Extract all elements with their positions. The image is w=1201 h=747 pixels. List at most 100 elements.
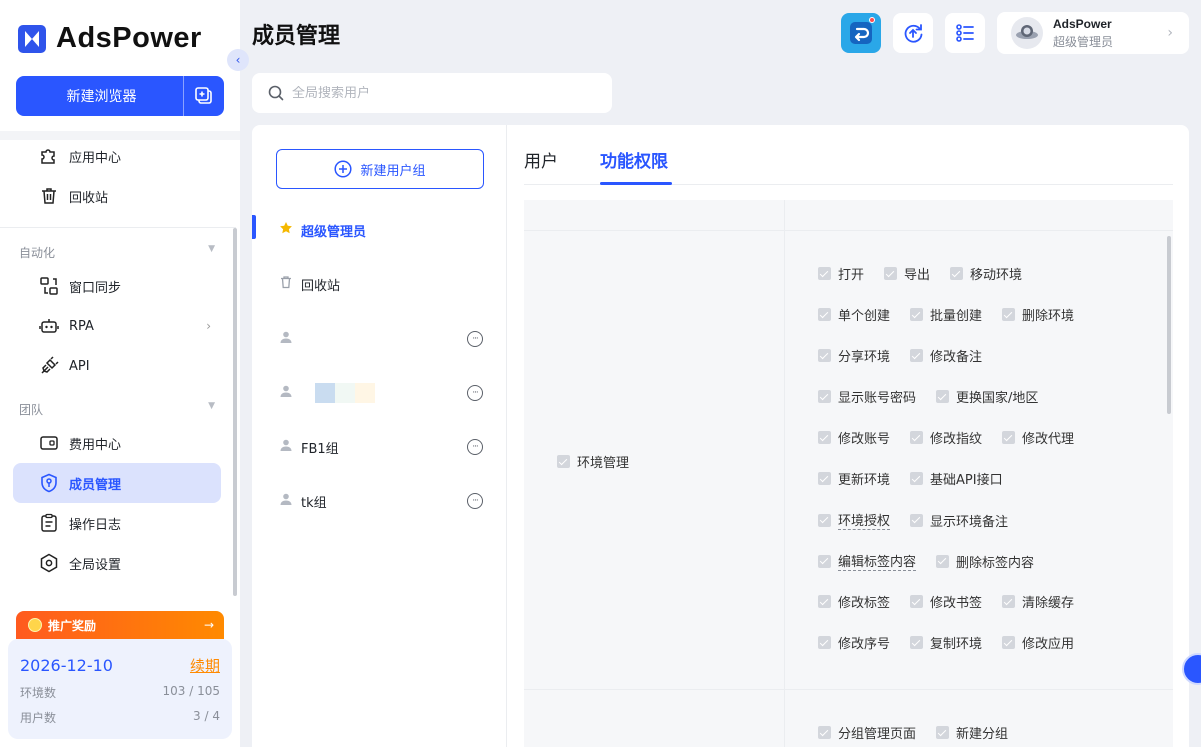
app-logo[interactable]: AdsPower xyxy=(18,22,202,55)
perm-checkbox[interactable]: 复制环境 xyxy=(910,633,982,652)
sidebar-item-rpa[interactable]: RPA › xyxy=(13,306,221,346)
perm-checkbox[interactable]: 单个创建 xyxy=(818,305,890,324)
sidebar-item-global-settings[interactable]: 全局设置 xyxy=(13,543,221,583)
users-stat: 用户数 3 / 4 xyxy=(20,709,220,726)
global-search[interactable] xyxy=(252,73,612,113)
section-automation[interactable]: 自动化 ▼ xyxy=(19,244,215,261)
perm-label: 修改标签 xyxy=(838,596,891,611)
sidebar-item-label: RPA xyxy=(69,318,94,334)
astronaut-avatar-icon xyxy=(1016,25,1038,39)
perm-checkbox[interactable]: 导出 xyxy=(884,264,930,283)
sidebar-item-label: API xyxy=(69,358,90,374)
trash-icon xyxy=(39,186,59,206)
checkbox-checked-icon xyxy=(818,267,831,280)
sidebar-item-member-management[interactable]: 成员管理 xyxy=(13,463,221,503)
perm-checkbox[interactable]: 清除缓存 xyxy=(1002,592,1074,611)
perm-checkbox[interactable]: 修改标签 xyxy=(818,592,890,611)
collapse-sidebar-button[interactable]: ‹ xyxy=(227,49,249,71)
user-profile-card[interactable]: AdsPower 超级管理员 › xyxy=(997,12,1189,54)
sync-app-button[interactable] xyxy=(841,13,881,53)
more-options-icon[interactable]: ··· xyxy=(467,493,483,509)
perm-label: 清除缓存 xyxy=(1022,596,1075,611)
perm-checkbox[interactable]: 修改应用 xyxy=(1002,633,1074,652)
perm-checkbox[interactable]: 批量创建 xyxy=(910,305,982,324)
tab-feature-permissions[interactable]: 功能权限 xyxy=(600,147,668,172)
task-list-button[interactable] xyxy=(945,13,985,53)
tab-users[interactable]: 用户 xyxy=(524,147,558,172)
shield-key-icon xyxy=(39,473,59,493)
perm-checkbox[interactable]: 修改序号 xyxy=(818,633,890,652)
permission-row: 打开 导出 移动环境 xyxy=(818,264,1022,283)
perm-label: 新建分组 xyxy=(956,727,1009,742)
sidebar-item-window-sync[interactable]: 窗口同步 xyxy=(13,266,221,306)
perm-checkbox[interactable]: 分享环境 xyxy=(818,346,890,365)
group-item[interactable]: ··· xyxy=(252,376,507,410)
perm-checkbox[interactable]: 更新环境 xyxy=(818,469,890,488)
perm-label: 移动环境 xyxy=(970,268,1023,283)
sidebar-item-app-center[interactable]: 应用中心 xyxy=(13,136,221,176)
group-item-recycle-bin[interactable]: 回收站 xyxy=(252,267,507,301)
group-item-super-admin[interactable]: 超级管理员 xyxy=(252,213,507,247)
perm-checkbox[interactable]: 删除标签内容 xyxy=(936,551,1034,571)
checkbox-checked-icon xyxy=(910,431,924,444)
row-divider xyxy=(524,689,1173,690)
perm-checkbox[interactable]: 基础API接口 xyxy=(910,469,1003,488)
perm-checkbox[interactable]: 显示环境备注 xyxy=(910,510,1008,530)
new-user-group-button[interactable]: 新建用户组 xyxy=(276,149,484,189)
user-icon xyxy=(279,492,293,510)
group-item-fb1[interactable]: FB1组 ··· xyxy=(252,430,507,464)
perm-checkbox[interactable]: 修改备注 xyxy=(910,346,982,365)
group-item-tk[interactable]: tk组 ··· xyxy=(252,484,507,518)
column-divider xyxy=(784,200,785,747)
perm-checkbox[interactable]: 显示账号密码 xyxy=(818,387,916,406)
more-options-icon[interactable]: ··· xyxy=(467,331,483,347)
upload-sync-button[interactable] xyxy=(893,13,933,53)
logo-text: AdsPower xyxy=(56,22,202,54)
section-team[interactable]: 团队 ▼ xyxy=(19,401,215,418)
checkbox-checked-icon xyxy=(884,267,898,280)
perm-checkbox[interactable]: 修改指纹 xyxy=(910,428,982,447)
group-item[interactable]: ··· xyxy=(252,322,507,356)
sidebar-item-api[interactable]: API xyxy=(13,346,221,386)
more-options-icon[interactable]: ··· xyxy=(467,439,483,455)
promo-banner[interactable]: 推广奖励 → xyxy=(16,611,224,639)
permission-row: 环境授权 显示环境备注 xyxy=(818,510,1008,530)
perm-checkbox[interactable]: 删除环境 xyxy=(1002,305,1074,324)
settings-hex-icon xyxy=(39,553,59,573)
checkbox-checked-icon xyxy=(950,267,964,280)
group-label: FB1组 xyxy=(301,441,339,457)
perm-checkbox[interactable]: 修改书签 xyxy=(910,592,982,611)
permission-row: 编辑标签内容 删除标签内容 xyxy=(818,551,1034,571)
new-browser-button[interactable]: 新建浏览器 xyxy=(16,76,224,116)
category-checkbox-profile-management[interactable]: 环境管理 xyxy=(557,452,629,471)
more-options-icon[interactable]: ··· xyxy=(467,385,483,401)
perm-checkbox[interactable]: 更换国家/地区 xyxy=(936,387,1038,406)
perm-checkbox[interactable]: 新建分组 xyxy=(936,723,1008,742)
task-list-icon xyxy=(956,24,974,42)
perm-checkbox[interactable]: 环境授权 xyxy=(818,510,891,530)
sidebar-item-billing[interactable]: 费用中心 xyxy=(13,423,221,463)
checkbox-checked-icon xyxy=(910,513,924,527)
perm-checkbox[interactable]: 打开 xyxy=(818,264,864,283)
search-input[interactable] xyxy=(292,85,592,101)
perm-label: 修改备注 xyxy=(930,350,983,365)
perm-checkbox[interactable]: 分组管理页面 xyxy=(818,723,916,742)
permission-scrollbar[interactable] xyxy=(1167,236,1171,414)
plug-icon xyxy=(39,356,59,376)
batch-create-icon[interactable] xyxy=(184,86,224,106)
perm-checkbox[interactable]: 移动环境 xyxy=(950,264,1022,283)
section-label: 团队 xyxy=(19,403,44,417)
renew-link[interactable]: 续期 xyxy=(190,655,220,676)
plus-circle-icon xyxy=(334,160,353,178)
checkbox-checked-icon xyxy=(910,349,924,362)
sidebar-scrollbar[interactable] xyxy=(233,228,237,596)
perm-checkbox[interactable]: 修改账号 xyxy=(818,428,890,447)
user-icon xyxy=(279,384,293,402)
adspower-logo-icon xyxy=(18,24,46,53)
caret-down-icon: ▼ xyxy=(208,401,215,411)
sidebar-item-operation-log[interactable]: 操作日志 xyxy=(13,503,221,543)
perm-checkbox[interactable]: 修改代理 xyxy=(1002,428,1074,447)
checkbox-checked-icon xyxy=(1002,308,1016,321)
perm-checkbox[interactable]: 编辑标签内容 xyxy=(818,551,917,571)
sidebar-item-recycle-bin[interactable]: 回收站 xyxy=(13,176,221,216)
